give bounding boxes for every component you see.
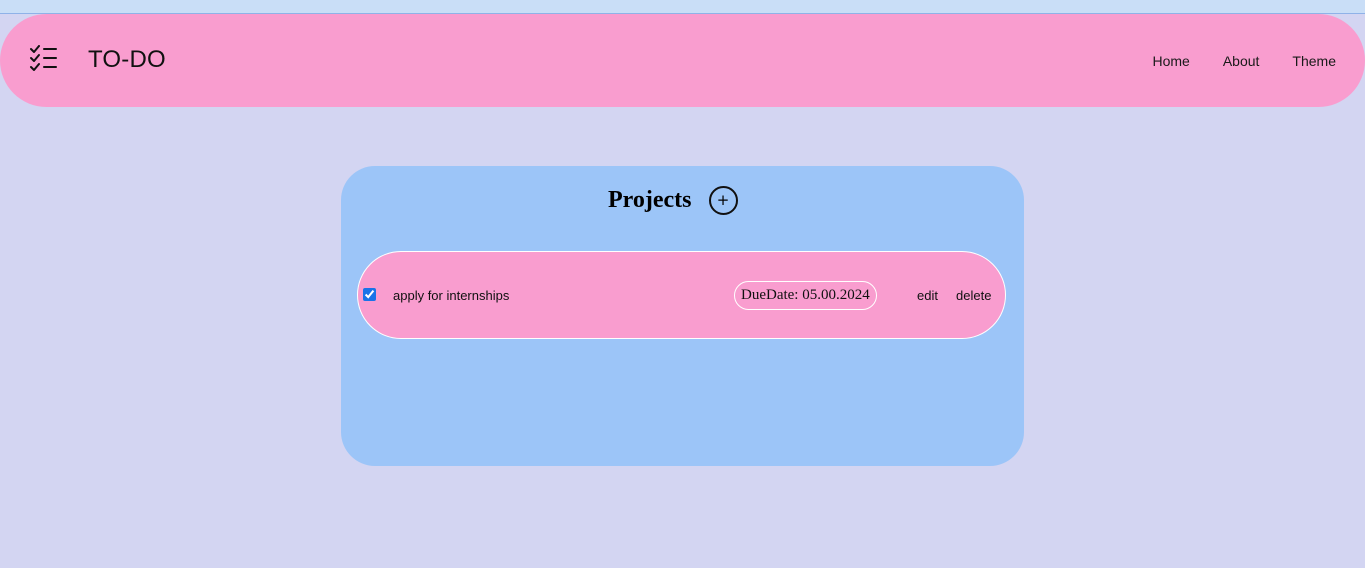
task-edit-button[interactable]: edit	[917, 288, 938, 303]
task-row: apply for internships DueDate: 05.00.202…	[357, 251, 1006, 339]
checklist-icon	[30, 45, 57, 71]
task-due-date: DueDate: 05.00.2024	[734, 281, 877, 310]
nav-theme-link[interactable]: Theme	[1292, 53, 1336, 69]
add-project-button[interactable]: +	[708, 186, 738, 215]
projects-panel: Projects + apply for internships DueDate…	[341, 166, 1024, 466]
projects-title: Projects	[608, 187, 692, 213]
nav-links: Home About Theme	[1152, 53, 1336, 69]
nav-about-link[interactable]: About	[1223, 53, 1260, 69]
task-checkbox[interactable]	[363, 288, 376, 301]
app-title: TO-DO	[88, 46, 166, 73]
projects-header: Projects +	[608, 186, 738, 215]
browser-top-strip	[0, 0, 1365, 14]
navbar: TO-DO Home About Theme	[0, 14, 1365, 107]
task-delete-button[interactable]: delete	[956, 288, 991, 303]
task-label: apply for internships	[393, 288, 510, 303]
nav-home-link[interactable]: Home	[1152, 53, 1189, 69]
